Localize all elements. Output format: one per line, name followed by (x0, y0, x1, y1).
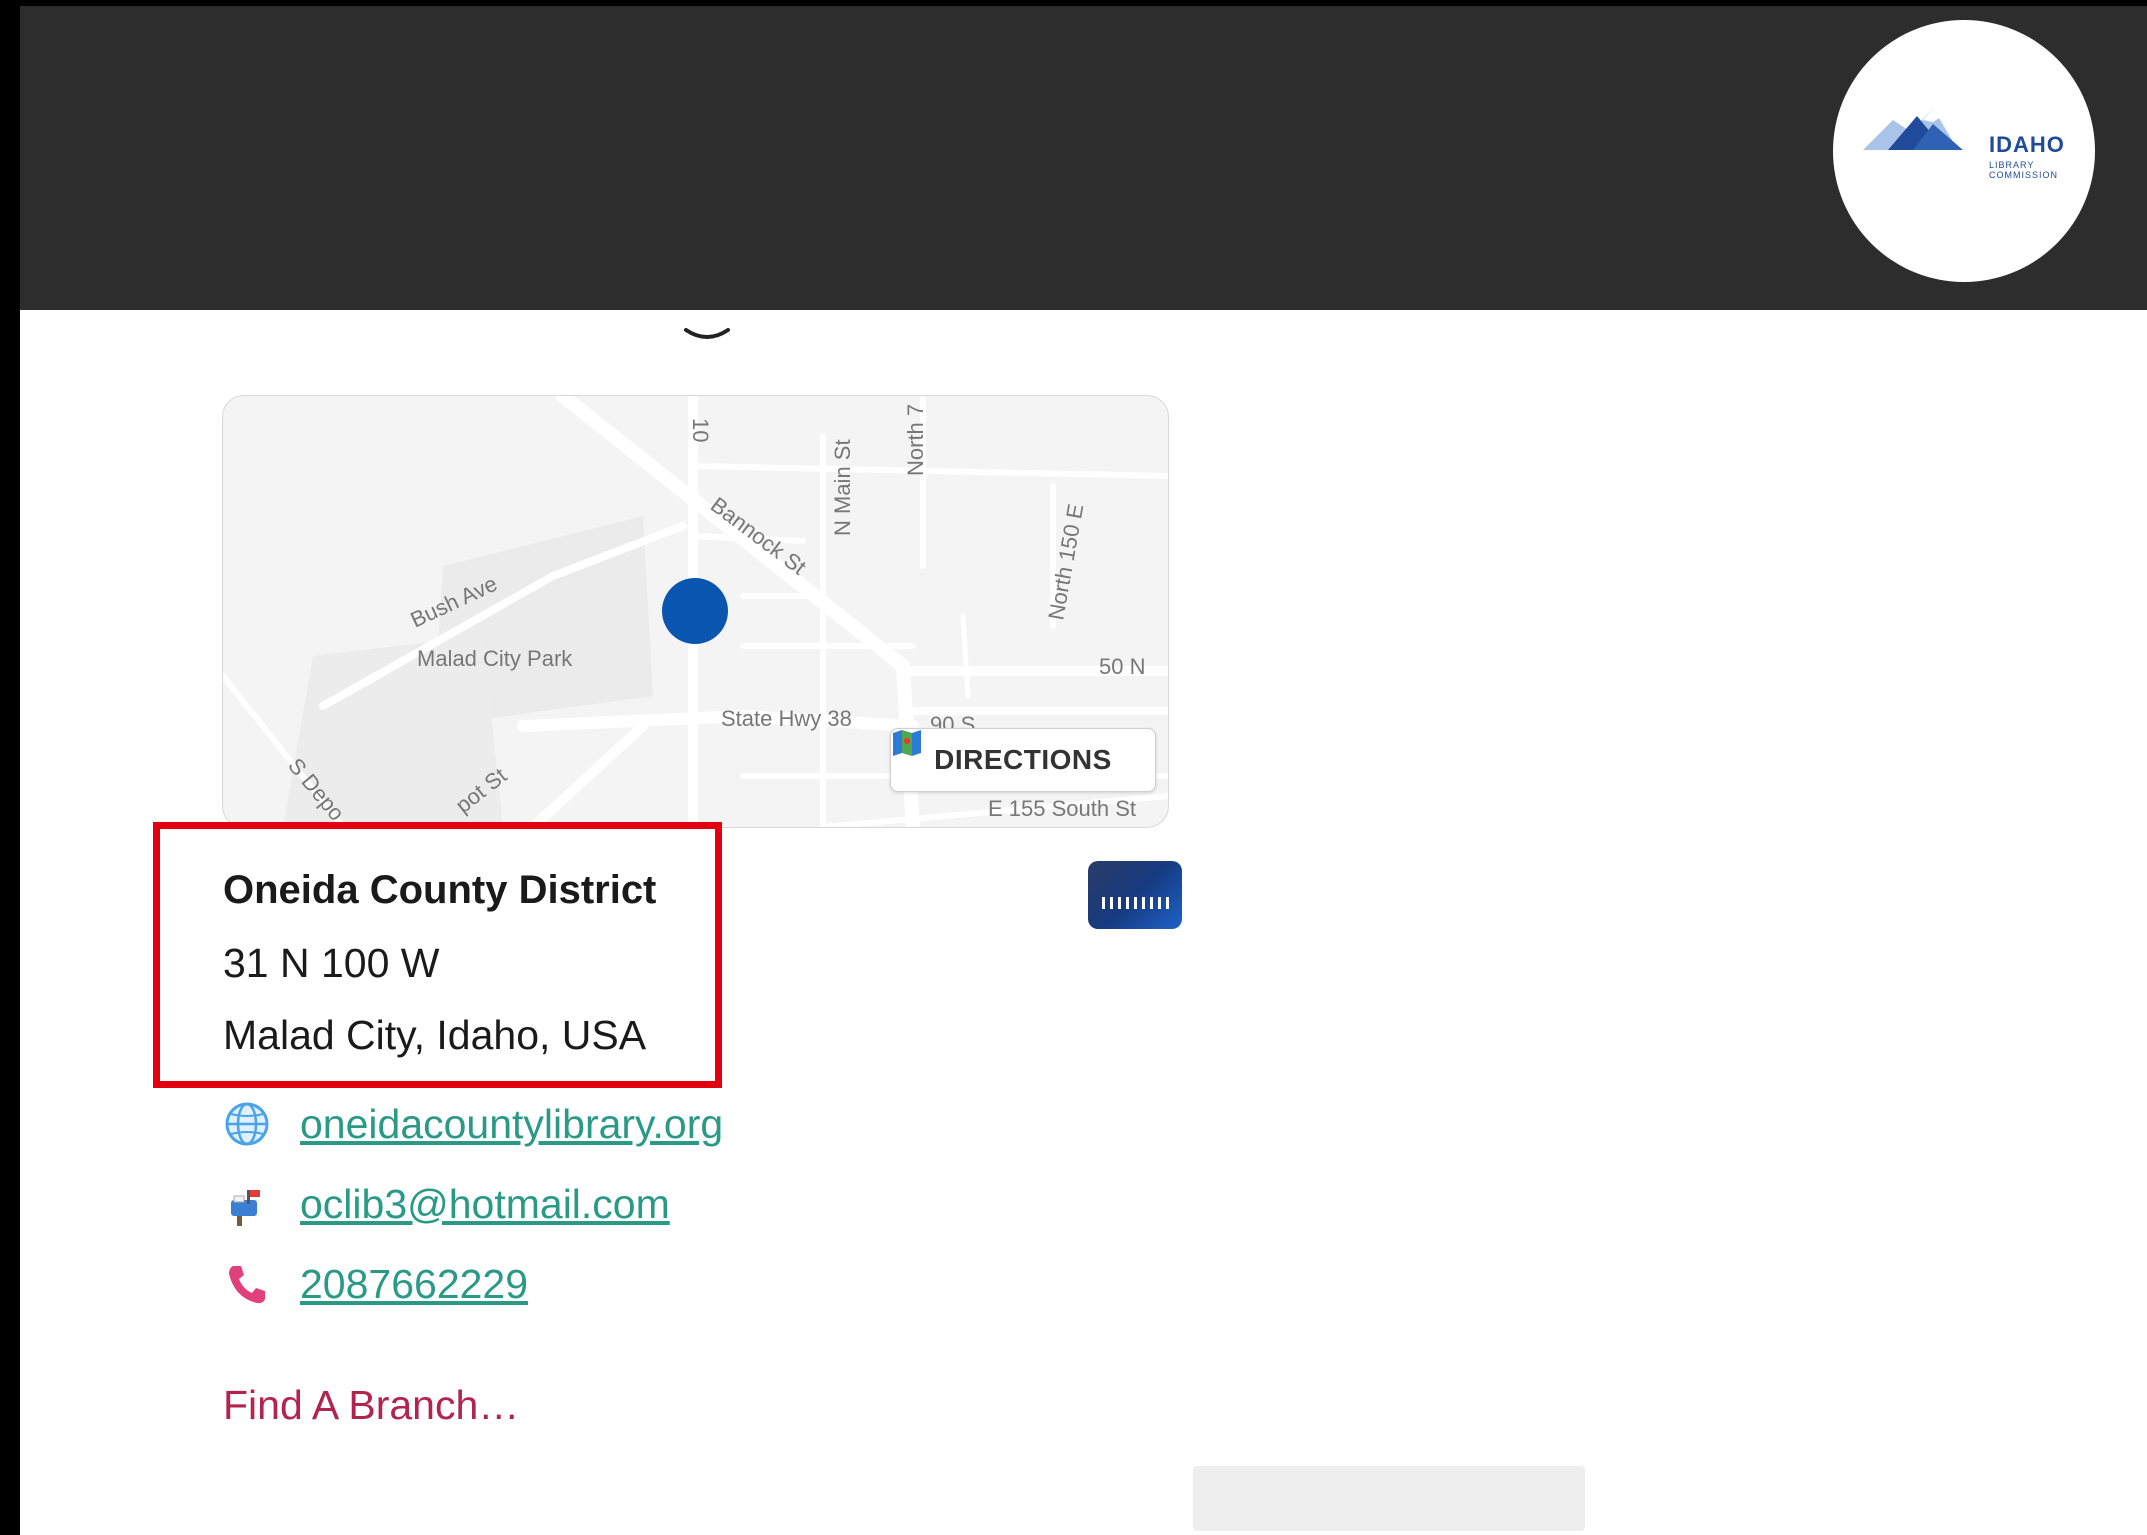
map-label-e155-south-st: E 155 South St (988, 796, 1136, 821)
directions-button[interactable]: DIRECTIONS (890, 728, 1156, 792)
address-line-1: 31 N 100 W (223, 940, 440, 986)
address-line-2: Malad City, Idaho, USA (223, 1012, 647, 1058)
logo[interactable]: IDAHO LIBRARY COMMISSION (1833, 20, 2095, 282)
barcode-icon (1102, 897, 1169, 909)
website-row: oneidacountylibrary.org (223, 1096, 723, 1152)
map-label-50n: 50 N (1099, 654, 1145, 679)
library-badge-icon[interactable] (1088, 861, 1182, 929)
library-name: Oneida County District (223, 868, 657, 912)
location-marker[interactable] (662, 578, 728, 644)
phone-link[interactable]: 2087662229 (300, 1261, 528, 1308)
email-link[interactable]: oclib3@hotmail.com (300, 1181, 670, 1228)
map-label-north-7: North 7 (903, 404, 928, 476)
logo-subtitle: LIBRARY COMMISSION (1989, 160, 2059, 180)
map-label-malad-city-park: Malad City Park (417, 646, 573, 671)
loading-placeholder (1193, 1466, 1585, 1531)
map-icon (893, 730, 921, 756)
map-label-road-10: 10 (688, 418, 713, 442)
site-header: IDAHO LIBRARY COMMISSION (20, 0, 2147, 310)
location-map[interactable]: 10 North 7 N Main St North 150 E Bannock… (222, 395, 1169, 828)
website-link[interactable]: oneidacountylibrary.org (300, 1101, 723, 1148)
find-branch-link[interactable]: Find A Branch… (223, 1382, 519, 1429)
phone-icon (229, 1266, 265, 1304)
map-label-n-main-st: N Main St (830, 439, 855, 536)
directions-label: DIRECTIONS (934, 744, 1112, 775)
globe-icon (225, 1102, 269, 1146)
page: IDAHO LIBRARY COMMISSION 10 North 7 N Ma… (20, 0, 2147, 1535)
phone-row: 2087662229 (223, 1256, 528, 1312)
mailbox-icon (231, 1190, 260, 1226)
email-row: oclib3@hotmail.com (223, 1176, 670, 1232)
map-label-state-hwy-38: State Hwy 38 (721, 706, 852, 731)
logo-title: IDAHO (1989, 132, 2065, 157)
chevron-down-icon[interactable] (682, 322, 732, 352)
